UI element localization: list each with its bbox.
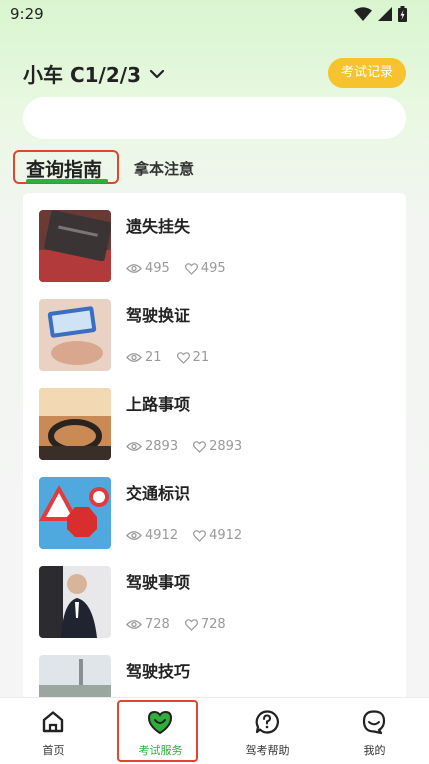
list-item[interactable]: 驾驶技巧 bbox=[23, 638, 406, 703]
item-stats: 728 728 bbox=[126, 617, 241, 632]
nav-exam-help[interactable]: 驾考帮助 bbox=[214, 698, 321, 764]
eye-icon bbox=[126, 264, 142, 273]
bottom-nav: 首页 考试服务 驾考帮助 我的 bbox=[0, 697, 429, 764]
item-title: 遗失挂失 bbox=[126, 217, 191, 236]
status-time: 9:29 bbox=[10, 5, 44, 23]
guide-list: 遗失挂失 495 495 驾驶换证 21 21 上路事项 2893 2893 交… bbox=[23, 193, 406, 703]
item-title: 驾驶事项 bbox=[126, 573, 191, 592]
battery-icon bbox=[398, 6, 407, 22]
nav-exam-help-label: 驾考帮助 bbox=[245, 744, 290, 757]
nav-exam-service[interactable]: 考试服务 bbox=[107, 698, 214, 764]
view-count: 2893 bbox=[145, 439, 179, 454]
view-count: 728 bbox=[145, 617, 170, 632]
nav-exam-service-label: 考试服务 bbox=[138, 744, 183, 757]
profile-face-icon bbox=[362, 710, 386, 735]
list-item[interactable]: 遗失挂失 495 495 bbox=[23, 193, 406, 283]
question-bubble-icon bbox=[255, 710, 279, 734]
active-tab-indicator bbox=[26, 179, 108, 183]
vehicle-type-selector[interactable]: 小车 C1/2/3 bbox=[23, 59, 165, 88]
nav-home-label: 首页 bbox=[42, 744, 65, 757]
tab-license-notes[interactable]: 拿本注意 bbox=[134, 158, 194, 179]
heart-icon bbox=[176, 351, 190, 364]
heart-icon bbox=[184, 618, 198, 631]
heart-icon bbox=[184, 262, 198, 275]
smile-heart-icon bbox=[147, 710, 173, 735]
system-icons bbox=[354, 6, 407, 22]
thumbnail-image bbox=[39, 566, 111, 638]
view-count: 21 bbox=[145, 350, 162, 365]
eye-icon bbox=[126, 353, 142, 362]
like-count: 4912 bbox=[209, 528, 243, 543]
search-input[interactable] bbox=[23, 97, 406, 139]
item-title: 驾驶换证 bbox=[126, 306, 191, 325]
list-item[interactable]: 驾驶事项 728 728 bbox=[23, 549, 406, 639]
thumbnail-image bbox=[39, 299, 111, 371]
vehicle-type-label: 小车 C1/2/3 bbox=[23, 63, 141, 87]
like-count: 728 bbox=[200, 617, 226, 632]
item-stats: 2893 2893 bbox=[126, 439, 257, 454]
eye-icon bbox=[126, 620, 142, 629]
thumbnail-image bbox=[39, 210, 111, 282]
home-icon bbox=[42, 711, 64, 733]
tab-bar: 查询指南 拿本注意 bbox=[13, 150, 413, 186]
header: 小车 C1/2/3 考试记录 bbox=[0, 55, 429, 95]
thumbnail-image bbox=[39, 388, 111, 460]
thumbnail-image bbox=[39, 655, 111, 703]
thumbnail-image bbox=[39, 477, 111, 549]
like-count: 495 bbox=[200, 261, 226, 276]
item-stats: 4912 4912 bbox=[126, 528, 257, 543]
item-stats: 495 495 bbox=[126, 261, 241, 276]
list-item[interactable]: 交通标识 4912 4912 bbox=[23, 460, 406, 550]
view-count: 495 bbox=[145, 261, 170, 276]
eye-icon bbox=[126, 531, 142, 540]
nav-mine[interactable]: 我的 bbox=[321, 698, 428, 764]
list-item[interactable]: 上路事项 2893 2893 bbox=[23, 371, 406, 461]
item-title: 交通标识 bbox=[126, 484, 191, 503]
wifi-icon bbox=[354, 7, 372, 21]
like-count: 21 bbox=[192, 350, 210, 365]
heart-icon bbox=[193, 529, 207, 542]
nav-home[interactable]: 首页 bbox=[0, 698, 107, 764]
tab-query-guide[interactable]: 查询指南 bbox=[13, 150, 119, 184]
tab-query-guide-label: 查询指南 bbox=[26, 159, 103, 181]
item-title: 驾驶技巧 bbox=[126, 662, 191, 681]
status-bar: 9:29 bbox=[0, 0, 429, 30]
list-item[interactable]: 驾驶换证 21 21 bbox=[23, 282, 406, 372]
chevron-down-icon bbox=[149, 69, 165, 78]
exam-record-button[interactable]: 考试记录 bbox=[327, 58, 406, 88]
view-count: 4912 bbox=[145, 528, 179, 543]
signal-icon bbox=[378, 7, 392, 21]
heart-icon bbox=[193, 440, 207, 453]
item-title: 上路事项 bbox=[126, 395, 191, 414]
nav-mine-label: 我的 bbox=[363, 744, 386, 757]
like-count: 2893 bbox=[209, 439, 243, 454]
item-stats: 21 21 bbox=[126, 350, 224, 365]
eye-icon bbox=[126, 442, 142, 451]
